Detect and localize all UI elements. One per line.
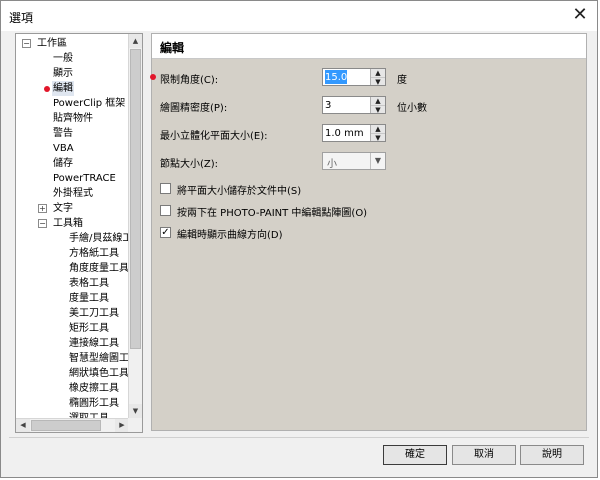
spinner-buttons: ▲ ▼: [370, 69, 385, 86]
category-tree-pane: − 工作區 一般 顯示 編輯 PowerClip 框架 貼齊物件 警告 VBA 儲存 PowerTR…: [15, 33, 143, 433]
tree-item[interactable]: PowerClip 框架: [52, 96, 126, 111]
tree-item[interactable]: 美工刀工具: [68, 306, 120, 321]
tree-item[interactable]: 方格紙工具: [68, 246, 120, 261]
node-size-value: 小: [327, 159, 337, 170]
tree-horizontal-scrollbar[interactable]: ◀ ▶: [16, 418, 129, 432]
options-dialog: 選項 ✕ − 工作區 一般 顯示 編輯 PowerClip 框架 貼齊物件 警告 VBA 儲存 Po…: [0, 0, 598, 478]
spin-up-icon[interactable]: ▲: [371, 125, 385, 133]
required-marker-icon: [150, 74, 156, 80]
spin-down-icon[interactable]: ▼: [371, 105, 385, 114]
constrain-angle-input[interactable]: [325, 70, 347, 84]
spin-down-icon[interactable]: ▼: [371, 77, 385, 86]
checkbox-checked[interactable]: ✓: [160, 227, 171, 238]
tree-item[interactable]: 度量工具: [68, 291, 110, 306]
page-title: 編輯: [160, 41, 185, 55]
settings-panel: 編輯 限制角度(C): ▲ ▼ 度 繪圖精密度(P): ▲ ▼ 位小數 最小立體…: [150, 33, 587, 431]
scroll-right-icon[interactable]: ▶: [115, 419, 129, 432]
spin-down-icon[interactable]: ▼: [371, 133, 385, 142]
tree-vertical-scrollbar[interactable]: ▲ ▼: [128, 34, 142, 418]
tree-item[interactable]: 儲存: [52, 156, 74, 171]
selected-marker-icon: [44, 86, 50, 92]
tree-item[interactable]: 表格工具: [68, 276, 110, 291]
close-icon[interactable]: ✕: [569, 5, 591, 25]
spin-up-icon[interactable]: ▲: [371, 69, 385, 77]
tree-item[interactable]: 一般: [52, 51, 74, 66]
min-extrude-label: 最小立體化平面大小(E):: [160, 131, 268, 142]
tree-item[interactable]: 顯示: [52, 66, 74, 81]
tree-item[interactable]: PowerTRACE: [52, 171, 117, 186]
constrain-angle-label: 限制角度(C):: [160, 75, 219, 86]
tree-item[interactable]: 角度度量工具: [68, 261, 129, 276]
tree-item[interactable]: 外掛程式: [52, 186, 94, 201]
precision-label: 繪圖精密度(P):: [160, 103, 228, 114]
tree-item[interactable]: VBA: [52, 141, 75, 156]
min-extrude-input[interactable]: [325, 126, 365, 140]
tree-item[interactable]: 文字: [52, 201, 74, 216]
precision-spinner[interactable]: ▲ ▼: [322, 96, 386, 114]
tree-item[interactable]: 警告: [52, 126, 74, 141]
cancel-button[interactable]: 取消: [452, 445, 516, 465]
spinner-buttons: ▲ ▼: [370, 97, 385, 114]
button-separator: [9, 437, 589, 438]
constrain-angle-spinner[interactable]: ▲ ▼: [322, 68, 386, 86]
spin-up-icon[interactable]: ▲: [371, 97, 385, 105]
tree-item[interactable]: 矩形工具: [68, 321, 110, 336]
tree-item[interactable]: 工具箱: [52, 216, 84, 231]
collapse-icon[interactable]: −: [22, 39, 31, 48]
precision-unit: 位小數: [397, 103, 427, 114]
checkbox-label: 按兩下在 PHOTO-PAINT 中編輯點陣圖(O): [177, 208, 368, 219]
scroll-left-icon[interactable]: ◀: [16, 419, 30, 432]
precision-input[interactable]: [325, 98, 365, 112]
checkbox-label: 編輯時顯示曲線方向(D): [177, 230, 283, 241]
category-tree: − 工作區 一般 顯示 編輯 PowerClip 框架 貼齊物件 警告 VBA 儲存 PowerTR…: [16, 34, 129, 418]
window-title: 選項: [9, 11, 34, 25]
panel-header: 編輯: [152, 34, 586, 59]
hscroll-thumb[interactable]: [31, 420, 101, 431]
node-size-label: 節點大小(Z):: [160, 159, 219, 170]
tree-item[interactable]: 手繪/貝茲線工: [68, 231, 129, 246]
tree-item[interactable]: 連接線工具: [68, 336, 120, 351]
help-button[interactable]: 說明: [520, 445, 584, 465]
node-size-select[interactable]: 小 ▼: [322, 152, 386, 170]
tree-item[interactable]: 貼齊物件: [52, 111, 94, 126]
min-extrude-spinner[interactable]: ▲ ▼: [322, 124, 386, 142]
tree-item[interactable]: 智慧型繪圖工: [68, 351, 129, 366]
scroll-up-icon[interactable]: ▲: [129, 34, 142, 48]
scroll-thumb[interactable]: [130, 49, 141, 349]
collapse-icon[interactable]: −: [38, 219, 47, 228]
tree-item[interactable]: 選取工具: [68, 411, 110, 418]
tree-item[interactable]: 編輯: [52, 81, 74, 96]
checkbox[interactable]: [160, 205, 171, 216]
checkbox-label: 將平面大小儲存於文件中(S): [177, 186, 302, 197]
tree-item[interactable]: 橢圓形工具: [68, 396, 120, 411]
title-bar: 選項 ✕: [1, 1, 597, 31]
scrollbar-corner: [128, 418, 142, 432]
constrain-angle-unit: 度: [397, 75, 407, 86]
tree-item[interactable]: 網狀填色工具: [68, 366, 129, 381]
ok-button[interactable]: 確定: [383, 445, 447, 465]
tree-item[interactable]: 橡皮擦工具: [68, 381, 120, 396]
spinner-buttons: ▲ ▼: [370, 125, 385, 142]
scroll-down-icon[interactable]: ▼: [129, 404, 142, 418]
tree-item[interactable]: 工作區: [36, 36, 68, 51]
chevron-down-icon[interactable]: ▼: [370, 153, 385, 169]
checkbox[interactable]: [160, 183, 171, 194]
expand-icon[interactable]: +: [38, 204, 47, 213]
